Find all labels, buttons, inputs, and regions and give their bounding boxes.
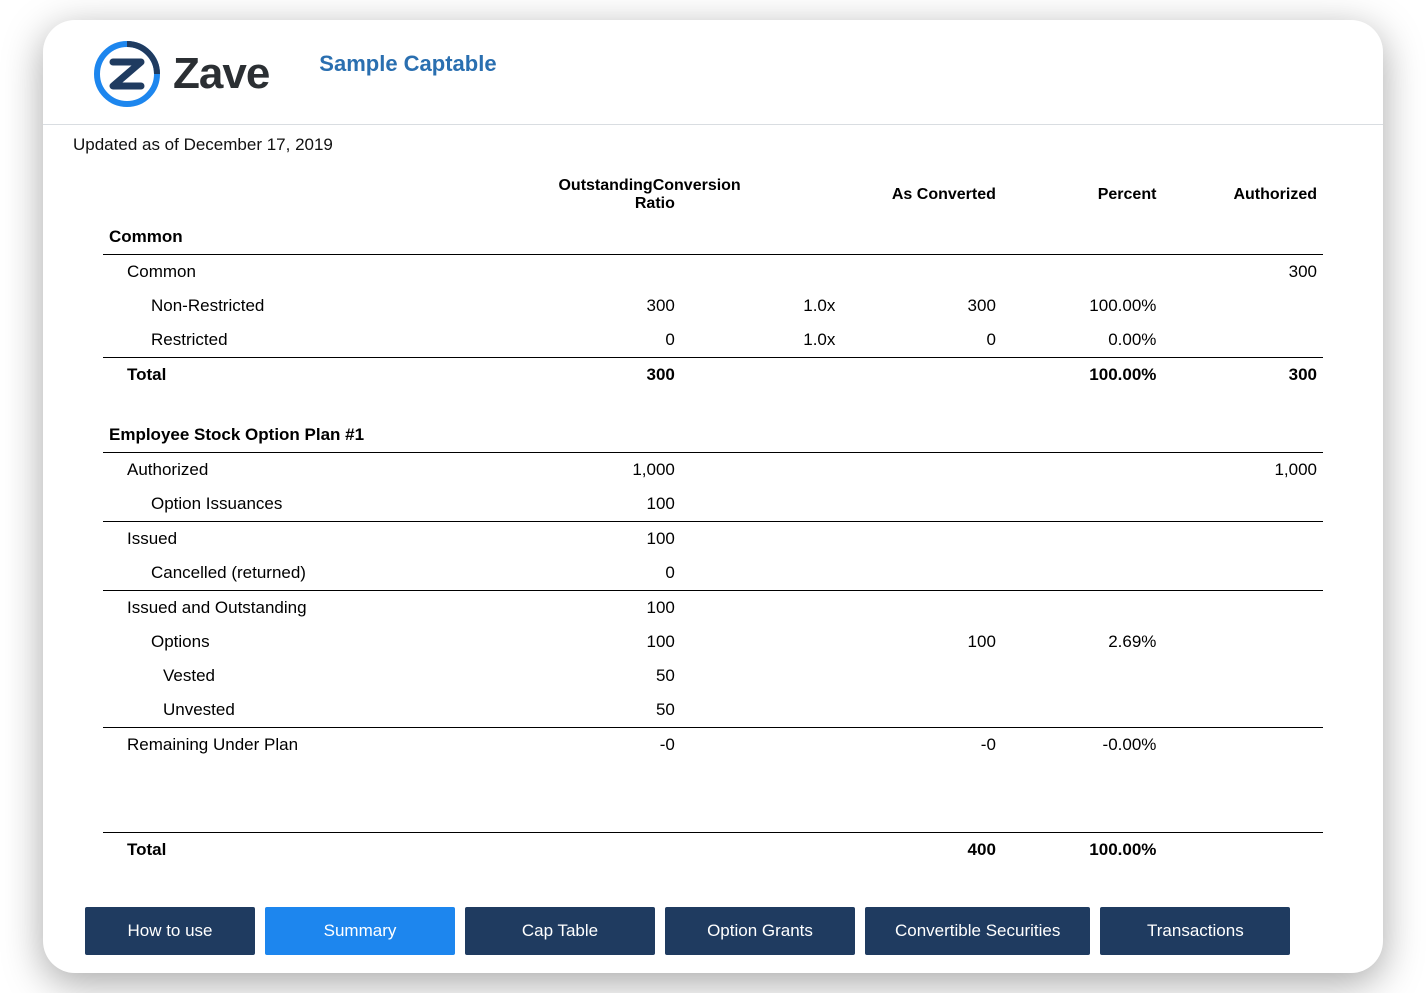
row-restricted: Restricted 0 1.0x 0 0.00% [103,323,1323,358]
row-issued-outstanding: Issued and Outstanding 100 [103,591,1323,626]
page-title: Sample Captable [319,51,496,77]
row-option-issuances: Option Issuances 100 [103,487,1323,522]
app-frame: Zave Sample Captable Updated as of Decem… [43,20,1383,973]
sheet-tabs: How to use Summary Cap Table Option Gran… [43,907,1383,973]
col-as-converted: As Converted [841,167,1002,223]
row-unvested: Unvested 50 [103,693,1323,728]
row-vested: Vested 50 [103,659,1323,693]
content: OutstandingConversion Ratio As Converted… [43,163,1383,907]
tab-option-grants[interactable]: Option Grants [665,907,855,955]
col-authorized: Authorized [1162,167,1323,223]
tab-transactions[interactable]: Transactions [1100,907,1290,955]
captable: OutstandingConversion Ratio As Converted… [103,167,1323,867]
section-esop-heading: Employee Stock Option Plan #1 [103,418,1323,453]
row-issued: Issued 100 [103,522,1323,557]
section-common-heading: Common [103,223,1323,255]
zave-logo-icon [93,40,161,108]
row-grand-total: Total 400 100.00% [103,832,1323,867]
row-options: Options 100 100 2.69% [103,625,1323,659]
row-remaining: Remaining Under Plan -0 -0 -0.00% [103,728,1323,763]
header: Zave Sample Captable [43,20,1383,124]
tab-how-to-use[interactable]: How to use [85,907,255,955]
tab-summary[interactable]: Summary [265,907,455,955]
logo: Zave [93,40,269,108]
col-percent: Percent [1002,167,1163,223]
row-authorized: Authorized 1,000 1,000 [103,453,1323,488]
updated-as-of: Updated as of December 17, 2019 [43,125,1383,163]
row-non-restricted: Non-Restricted 300 1.0x 300 100.00% [103,289,1323,323]
tab-cap-table[interactable]: Cap Table [465,907,655,955]
brand-name: Zave [173,49,269,99]
col-outstanding: OutstandingConversion Ratio [552,167,680,223]
row-common-total: Total 300 100.00% 300 [103,358,1323,393]
tab-convertible-securities[interactable]: Convertible Securities [865,907,1090,955]
row-common: Common 300 [103,255,1323,290]
row-cancelled: Cancelled (returned) 0 [103,556,1323,591]
column-headers: OutstandingConversion Ratio As Converted… [103,167,1323,223]
